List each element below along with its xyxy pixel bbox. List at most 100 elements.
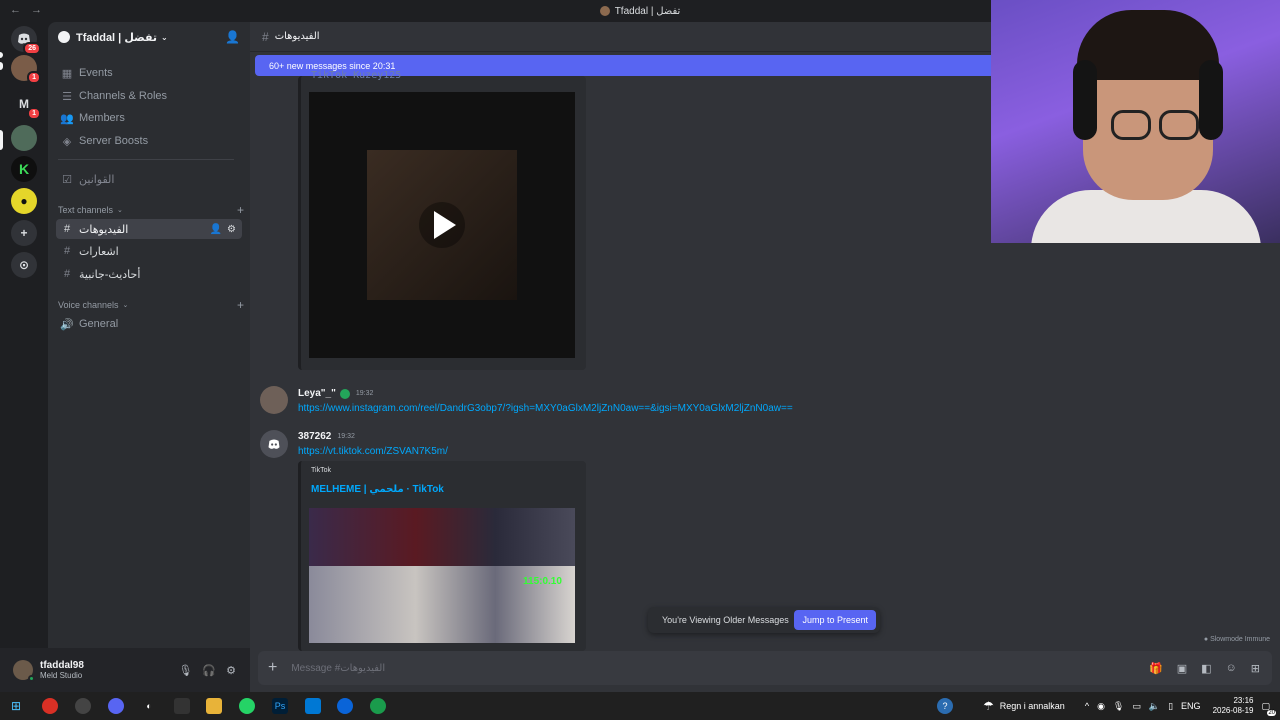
sidebar-item-events[interactable]: ▦ Events <box>56 63 242 83</box>
back-arrow-icon[interactable]: ← <box>10 4 21 16</box>
chrome-2-icon[interactable] <box>370 698 386 714</box>
server-name: Tfaddal | تفضل <box>76 31 158 44</box>
language-indicator[interactable]: ENG <box>1181 701 1201 711</box>
photoshop-icon[interactable]: Ps <box>272 698 288 714</box>
category-text-channels[interactable]: Text channels ⌄ + <box>58 203 244 217</box>
screen-icon[interactable] <box>305 698 321 714</box>
network-icon[interactable]: ◉ <box>1097 701 1105 712</box>
sidebar-item-channels-roles[interactable]: ☰ Channels & Roles <box>56 86 242 106</box>
chevron-up-icon[interactable]: ^ <box>1085 701 1089 711</box>
apps-icon[interactable]: ⊞ <box>1251 662 1260 675</box>
sidebar-item-server-boosts[interactable]: ◈ Server Boosts <box>56 131 242 151</box>
server-icon-1[interactable]: 1 <box>11 55 41 84</box>
server-icon-m[interactable]: M 1 <box>11 91 41 120</box>
message-input[interactable]: Message #الفيديوهات <box>291 663 385 674</box>
forward-arrow-icon[interactable]: → <box>31 4 42 16</box>
chevron-down-icon: ⌄ <box>161 32 168 42</box>
gear-icon[interactable]: ⚙ <box>226 664 236 677</box>
emoji-icon[interactable]: ☺ <box>1226 662 1237 675</box>
channel-tools: 👤 ⚙ <box>210 224 236 235</box>
message-author[interactable]: Leya"_" <box>298 388 336 399</box>
play-button[interactable] <box>419 202 465 248</box>
microphone-icon[interactable]: 🎙 <box>1113 701 1124 712</box>
server-icon-tfaddal[interactable] <box>11 125 37 151</box>
category-label: Text channels <box>58 205 114 215</box>
k-logo-icon: K <box>18 161 30 177</box>
add-server-button[interactable]: + <box>11 220 37 246</box>
webcam-hair <box>1077 10 1219 80</box>
jump-to-present-button[interactable]: Jump to Present <box>794 610 876 630</box>
chrome-icon[interactable] <box>42 698 58 714</box>
add-channel-icon[interactable]: + <box>237 203 244 217</box>
gif-icon[interactable]: ▣ <box>1177 662 1187 675</box>
discover-button[interactable]: ⊙ <box>11 252 37 278</box>
user-controls: 🎙 🎧 ⚙ <box>178 664 236 677</box>
embed-title[interactable]: MELHEME | ملحمي · TikTok <box>311 484 444 495</box>
headphones-icon[interactable]: 🎧 <box>202 664 216 677</box>
slowmode-indicator: ● Slowmode Immune <box>1204 636 1270 643</box>
invite-icon[interactable]: 👤 <box>210 224 222 235</box>
gift-icon[interactable]: 🎁 <box>1149 662 1163 675</box>
channel-videos[interactable]: # الفيديوهات 👤 ⚙ <box>56 219 242 239</box>
speaker-icon: 🔊 <box>60 318 74 331</box>
display-icon[interactable]: ▭ <box>1132 701 1141 712</box>
sidebar-item-rules[interactable]: ☑ القوانين <box>56 169 242 189</box>
video-player[interactable] <box>309 92 575 358</box>
start-icon[interactable]: ⊞ <box>8 698 24 714</box>
category-voice-channels[interactable]: Voice channels ⌄ + <box>58 298 244 312</box>
message-link[interactable]: https://vt.tiktok.com/ZSVAN7K5m/ <box>298 446 448 457</box>
clock-icon: ● <box>1203 636 1209 643</box>
message-header: Leya"_" 19:32 <box>298 388 373 399</box>
edge-icon[interactable] <box>337 698 353 714</box>
badge-icon <box>339 388 350 399</box>
webcam-overlay <box>991 0 1280 243</box>
sidebar-item-members[interactable]: 👥 Members <box>56 108 242 128</box>
notifications-icon[interactable]: ▢ 20 <box>1261 701 1276 716</box>
avatar[interactable] <box>13 660 35 682</box>
server-header[interactable]: Tfaddal | تفضل ⌄ 👤 <box>48 22 250 52</box>
user-name-block[interactable]: tfaddal98 Meld Studio <box>40 660 84 680</box>
microphone-icon[interactable]: 🎙 <box>178 664 192 677</box>
server-icon-k[interactable]: K <box>11 156 37 182</box>
volume-icon[interactable]: 🔈 <box>1149 701 1160 712</box>
tiktok-embed: TikTok MELHEME | ملحمي · TikTok 115:0.10 <box>298 461 586 651</box>
whatsapp-icon[interactable] <box>239 698 255 714</box>
server-avatar-icon <box>599 6 610 16</box>
username: tfaddal98 <box>40 660 84 671</box>
avatar[interactable] <box>260 430 288 458</box>
obs-icon[interactable] <box>75 698 91 714</box>
sidebar-item-label: Members <box>79 112 125 124</box>
discord-taskbar-icon[interactable] <box>108 698 124 714</box>
capcut-icon[interactable]: ◐ <box>141 698 157 714</box>
message-composer[interactable]: + Message #الفيديوهات 🎁 ▣ ◧ ☺ ⊞ <box>258 651 1272 685</box>
voice-channel-general[interactable]: 🔊 General <box>56 314 242 334</box>
sticker-icon[interactable]: ◧ <box>1201 662 1211 675</box>
folder-icon[interactable] <box>206 698 222 714</box>
system-tray: ☂ Regn i annalkan ^ ◉ 🎙 ▭ 🔈 ▯ ENG 23:16 … <box>983 692 1280 720</box>
avatar[interactable] <box>260 386 288 414</box>
message-link[interactable]: https://www.instagram.com/reel/DandrG3ob… <box>298 403 793 414</box>
compass-icon: ⊙ <box>18 258 30 272</box>
channel-side-talk[interactable]: # أحاديث-جانبية <box>56 264 242 284</box>
sidebar-item-label: القوانين <box>79 173 115 186</box>
app-icon[interactable] <box>174 698 190 714</box>
add-channel-icon[interactable]: + <box>237 298 244 312</box>
gear-icon[interactable]: ⚙ <box>227 224 236 235</box>
attach-plus-icon[interactable]: + <box>268 659 277 677</box>
invite-people-icon[interactable]: 👤 <box>225 30 240 44</box>
channel-notifications[interactable]: # اشعارات <box>56 241 242 261</box>
channel-title: الفيديوهات <box>274 31 320 42</box>
clock[interactable]: 23:16 2026-08-19 <box>1213 696 1254 716</box>
online-status-icon <box>28 675 35 682</box>
help-icon[interactable]: ? <box>937 698 953 714</box>
sidebar-divider <box>58 159 234 160</box>
server-1-badge: 1 <box>27 71 41 84</box>
message-author[interactable]: 387262 <box>298 431 331 442</box>
weather-label[interactable]: Regn i annalkan <box>1000 701 1065 711</box>
battery-icon[interactable]: ▯ <box>1168 701 1173 712</box>
video-player[interactable]: 115:0.10 <box>309 508 575 643</box>
direct-messages-button[interactable]: 26 <box>11 26 41 55</box>
channel-label: General <box>79 318 119 330</box>
chevron-down-icon: ⌄ <box>122 302 129 309</box>
server-icon-yellow[interactable]: ● <box>11 188 37 214</box>
